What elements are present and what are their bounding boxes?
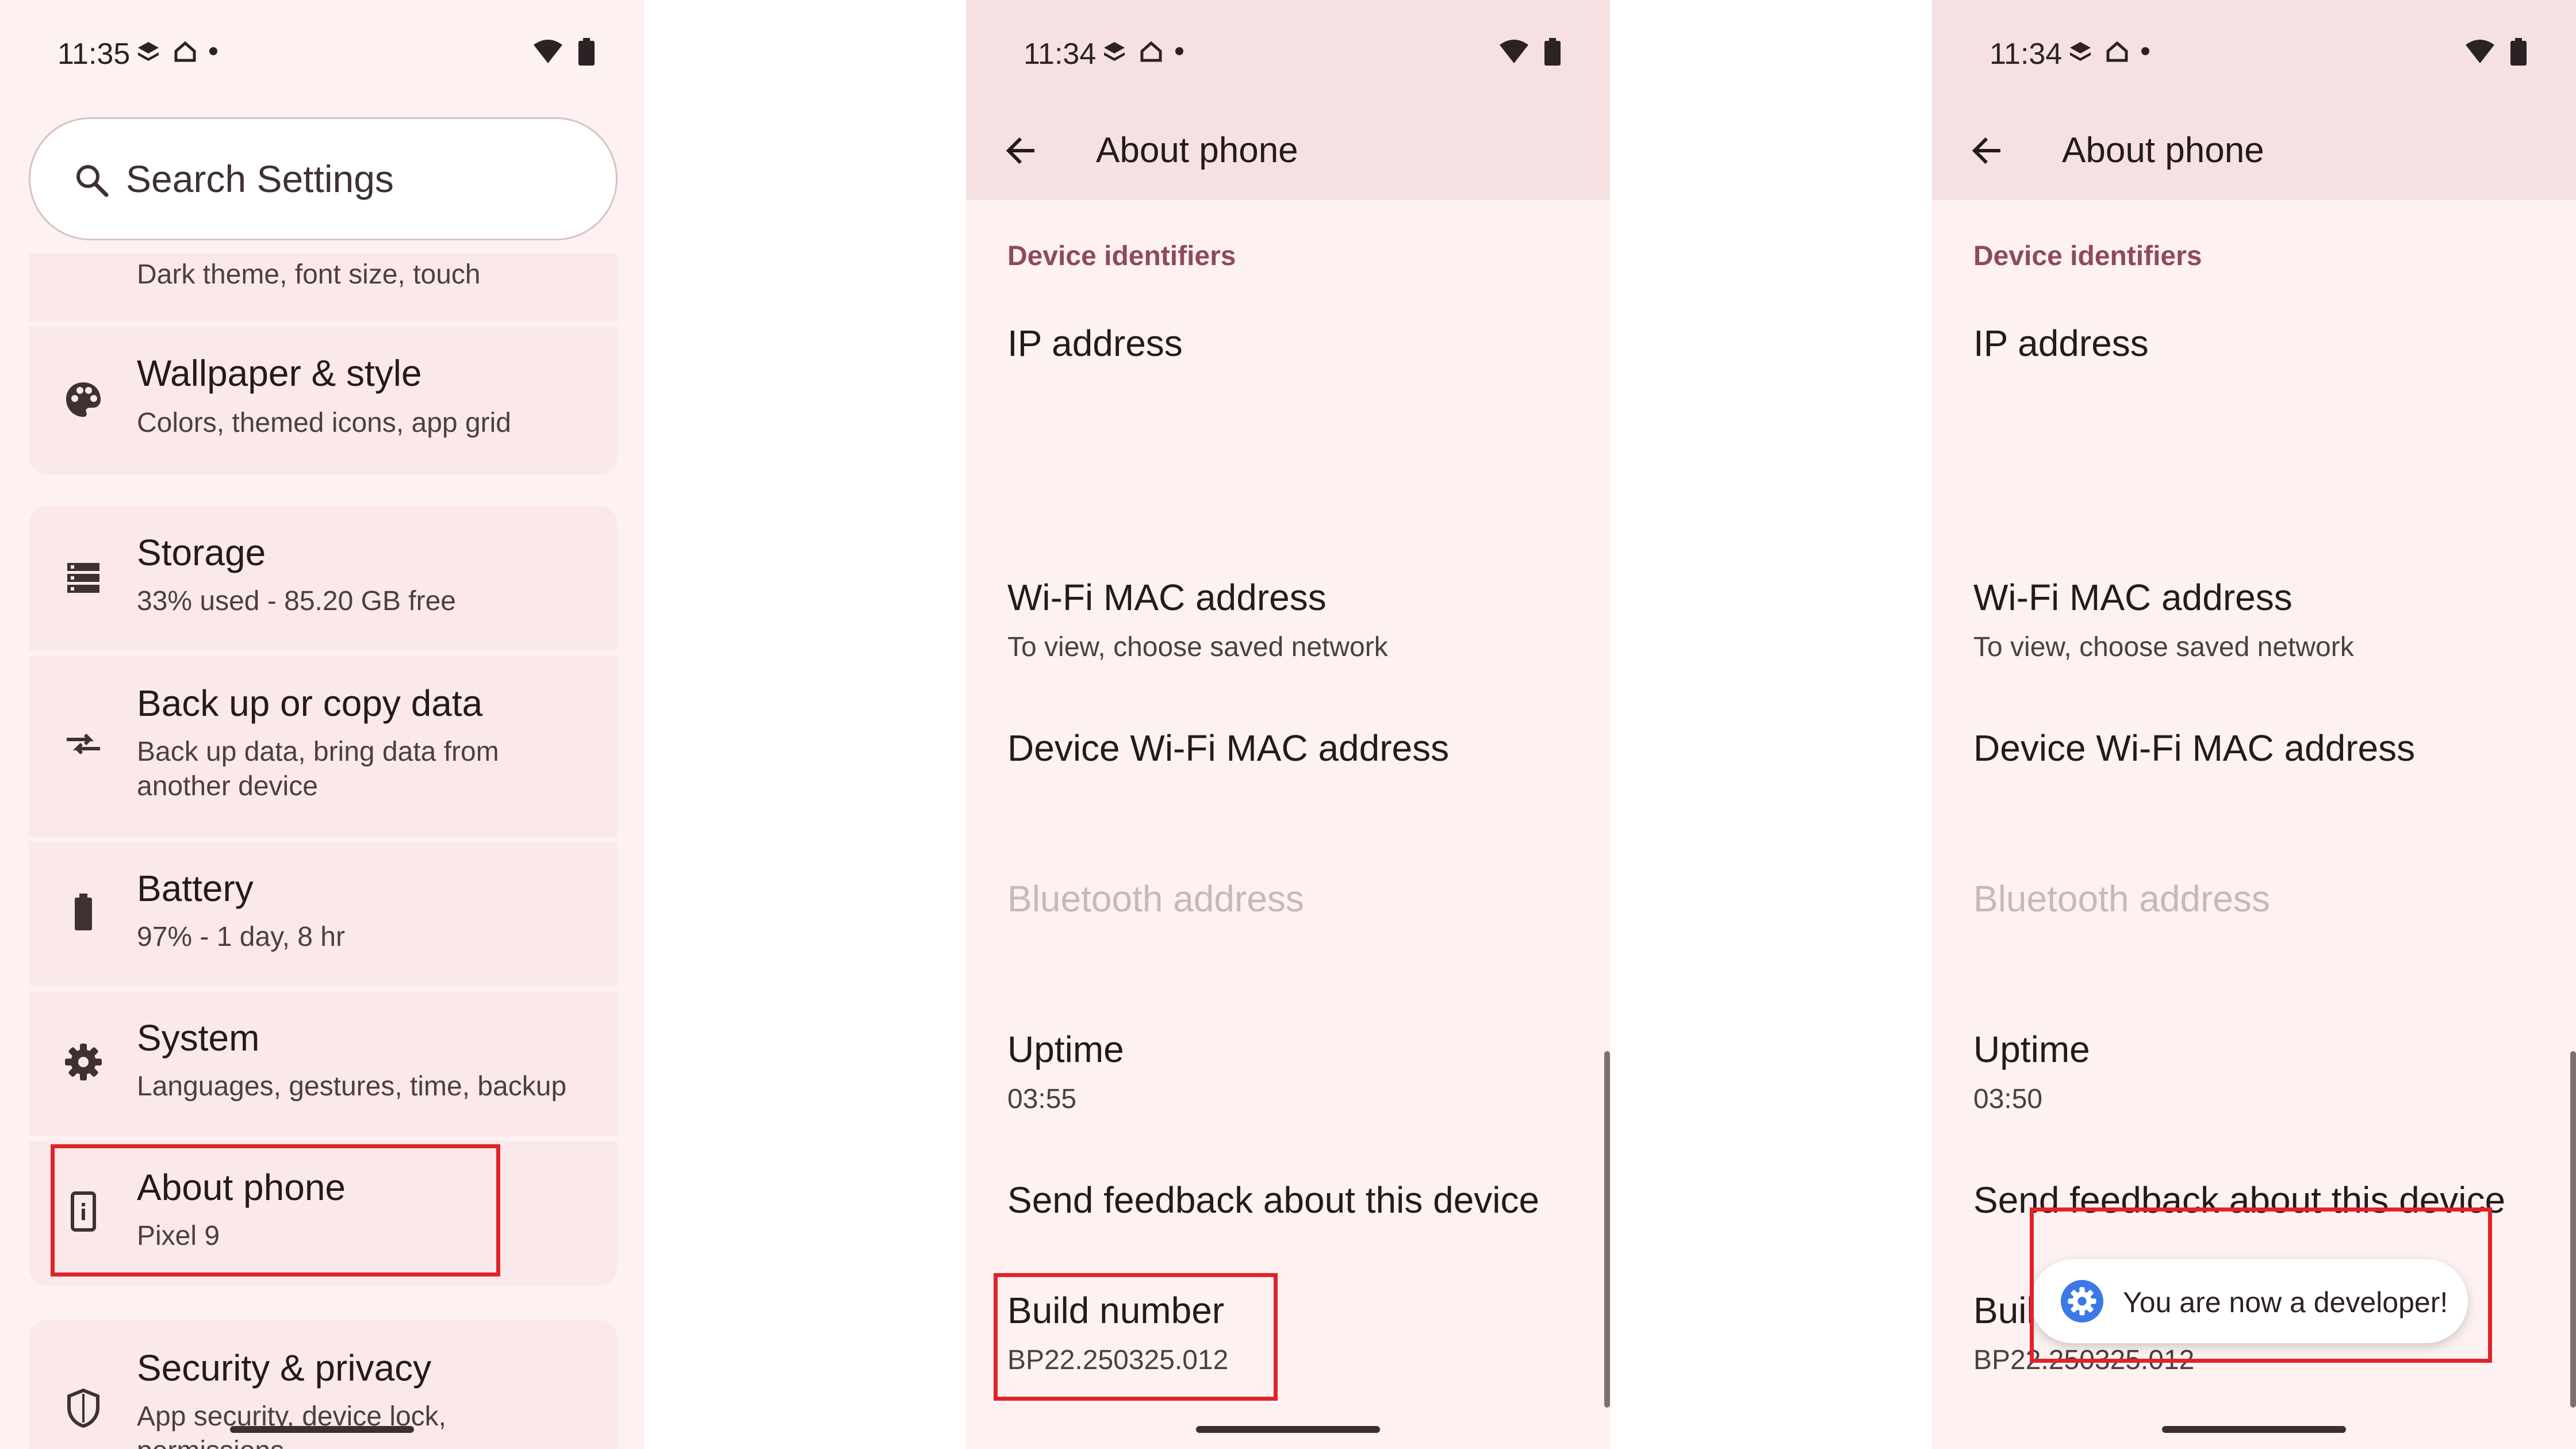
settings-item-title: Wallpaper & style	[137, 352, 422, 394]
status-notification-icons	[136, 38, 217, 64]
settings-item-subtitle: Languages, gestures, time, backup	[137, 1071, 567, 1102]
gesture-nav-handle[interactable]	[230, 1426, 414, 1433]
device-wifi-mac-item[interactable]: Device Wi-Fi MAC address	[1973, 727, 2415, 769]
settings-item-system[interactable]: System Languages, gestures, time, backup	[29, 991, 618, 1136]
settings-item-subtitle: Colors, themed icons, app grid	[137, 408, 511, 438]
wifi-mac-item[interactable]: Wi-Fi MAC address	[1973, 576, 2293, 619]
uptime-value: 03:55	[1007, 1084, 1077, 1114]
search-placeholder: Search Settings	[126, 158, 394, 200]
settings-item-storage[interactable]: Storage 33% used - 85.20 GB free	[29, 506, 618, 651]
settings-item-title: Battery	[137, 868, 254, 909]
divider	[29, 1136, 618, 1141]
status-system-icons	[532, 38, 595, 66]
transfer-icon	[62, 722, 105, 765]
highlight-build-number	[994, 1273, 1278, 1401]
status-notification-icons	[2068, 38, 2149, 64]
divider	[29, 987, 618, 991]
status-notification-icons	[1102, 38, 1183, 64]
about-phone-screen: About phone 11:34 Device identifiers IP …	[966, 0, 1610, 1449]
wifi-mac-subtitle: To view, choose saved network	[1007, 632, 1388, 662]
ip-address-item[interactable]: IP address	[1007, 322, 1183, 365]
status-bar: 11:34	[966, 0, 1610, 103]
settings-item-subtitle-line2: permissions	[137, 1434, 284, 1449]
settings-item-title: Storage	[137, 532, 266, 573]
bluetooth-address-item: Bluetooth address	[1007, 878, 1304, 919]
settings-item-title: Back up or copy data	[137, 683, 483, 724]
back-button[interactable]	[998, 128, 1044, 174]
highlight-developer-toast	[2030, 1208, 2492, 1363]
settings-item-subtitle: 97% - 1 day, 8 hr	[137, 922, 345, 952]
notification-dot-icon	[2141, 47, 2149, 55]
ip-address-item[interactable]: IP address	[1973, 322, 2149, 365]
wifi-mac-subtitle: To view, choose saved network	[1973, 632, 2354, 662]
settings-item-subtitle: 33% used - 85.20 GB free	[137, 586, 456, 616]
page-title: About phone	[2062, 131, 2264, 170]
about-phone-developer-screen: About phone 11:34 Device identifiers IP …	[1932, 0, 2576, 1449]
notification-dot-icon	[1175, 47, 1183, 55]
search-settings-bar[interactable]: Search Settings	[29, 117, 618, 240]
shield-icon	[62, 1387, 105, 1429]
back-arrow-icon	[1006, 137, 1034, 164]
page-title: About phone	[1096, 131, 1298, 170]
status-time: 11:34	[1989, 37, 2063, 71]
settings-item-title: System	[137, 1017, 260, 1059]
back-button[interactable]	[1964, 128, 2010, 174]
highlight-about-phone	[51, 1144, 500, 1276]
uptime-item: Uptime	[1973, 1029, 2090, 1070]
settings-item-battery[interactable]: Battery 97% - 1 day, 8 hr	[29, 842, 618, 987]
uptime-value: 03:50	[1973, 1084, 2043, 1114]
home-icon	[2106, 41, 2128, 62]
scrollbar[interactable]	[2570, 1051, 2576, 1408]
settings-item-subtitle: Dark theme, font size, touch	[137, 259, 481, 290]
status-system-icons	[2464, 38, 2527, 66]
status-bar: 11:34	[1932, 0, 2576, 103]
divider	[29, 651, 618, 656]
home-icon	[1140, 41, 1162, 62]
wifi-icon	[2466, 40, 2494, 63]
section-header: Device identifiers	[1007, 241, 1236, 271]
settings-item-subtitle-line2: another device	[137, 771, 318, 802]
send-feedback-item[interactable]: Send feedback about this device	[1007, 1179, 1539, 1221]
status-bar: 11:35	[0, 0, 644, 103]
wifi-mac-item[interactable]: Wi-Fi MAC address	[1007, 576, 1327, 619]
cast-icon	[1104, 42, 1125, 61]
battery-status-icon	[1544, 38, 1561, 66]
settings-item-backup[interactable]: Back up or copy data Back up data, bring…	[29, 656, 618, 837]
home-icon	[174, 41, 196, 62]
status-time: 11:34	[1023, 37, 1097, 71]
scrollbar[interactable]	[1604, 1051, 1610, 1408]
status-time: 11:35	[57, 37, 131, 71]
search-icon	[76, 165, 109, 197]
section-header: Device identifiers	[1973, 241, 2202, 271]
notification-dot-icon	[209, 47, 217, 55]
back-arrow-icon	[1972, 137, 2000, 164]
storage-icon	[62, 557, 105, 599]
wifi-icon	[534, 40, 562, 63]
settings-screen: 11:35 Search Settings Dark theme, font s…	[0, 0, 644, 1449]
wifi-icon	[1500, 40, 1528, 63]
battery-icon	[62, 891, 105, 934]
divider	[29, 322, 618, 327]
gesture-nav-handle[interactable]	[2162, 1426, 2346, 1433]
battery-status-icon	[578, 38, 595, 66]
battery-status-icon	[2510, 38, 2527, 66]
gesture-nav-handle[interactable]	[1196, 1426, 1380, 1433]
settings-item-wallpaper[interactable]: Wallpaper & style Colors, themed icons, …	[29, 327, 618, 474]
palette-icon	[62, 378, 105, 421]
bluetooth-address-item: Bluetooth address	[1973, 878, 2270, 919]
settings-item-subtitle: Back up data, bring data from	[137, 737, 499, 767]
cast-icon	[138, 42, 159, 61]
settings-item-title: Security & privacy	[137, 1347, 432, 1389]
device-wifi-mac-item[interactable]: Device Wi-Fi MAC address	[1007, 727, 1449, 769]
status-system-icons	[1498, 38, 1561, 66]
gear-icon	[62, 1041, 105, 1083]
uptime-item: Uptime	[1007, 1029, 1124, 1070]
cast-icon	[2070, 42, 2091, 61]
divider	[29, 837, 618, 842]
settings-item-display[interactable]: Dark theme, font size, touch	[0, 253, 589, 324]
